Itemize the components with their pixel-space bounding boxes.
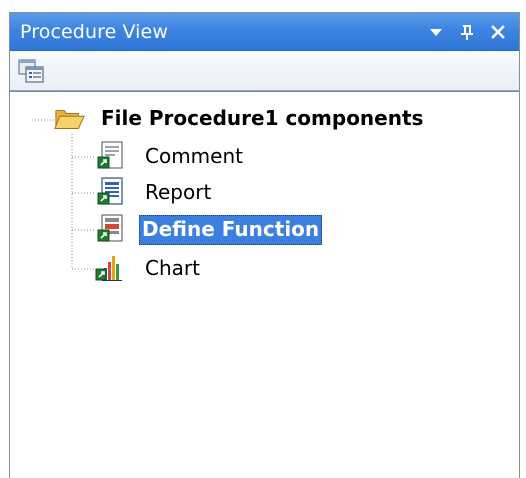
pin-icon <box>461 25 473 40</box>
tree-item-label: Report <box>145 180 212 204</box>
dropdown-arrow-icon <box>430 29 442 36</box>
tree-item-label: Comment <box>145 144 243 168</box>
comment-component-icon <box>97 141 123 169</box>
folder-open-icon <box>54 110 85 129</box>
panel-toolbar <box>10 51 519 91</box>
panel-title: Procedure View <box>20 21 168 43</box>
tree-root-label: File Procedure1 components <box>101 106 424 130</box>
report-component-icon <box>97 177 123 205</box>
dropdown-menu-button[interactable] <box>424 13 448 51</box>
component-list-button[interactable] <box>16 56 46 86</box>
tree-item-label-selected: Define Function <box>139 215 323 245</box>
chart-component-icon <box>95 256 122 281</box>
procedure-view-pane: Procedure View File Procedure1 component… <box>9 12 520 478</box>
procedure-tree: File Procedure1 components Comment Repor… <box>10 91 519 478</box>
component-list-icon <box>18 59 44 83</box>
define-function-icon <box>97 214 123 242</box>
close-button[interactable] <box>486 13 510 51</box>
panel-title-bar[interactable]: Procedure View <box>10 13 519 51</box>
tree-item-label: Chart <box>145 256 200 280</box>
close-icon <box>491 25 505 39</box>
pin-button[interactable] <box>455 13 479 51</box>
